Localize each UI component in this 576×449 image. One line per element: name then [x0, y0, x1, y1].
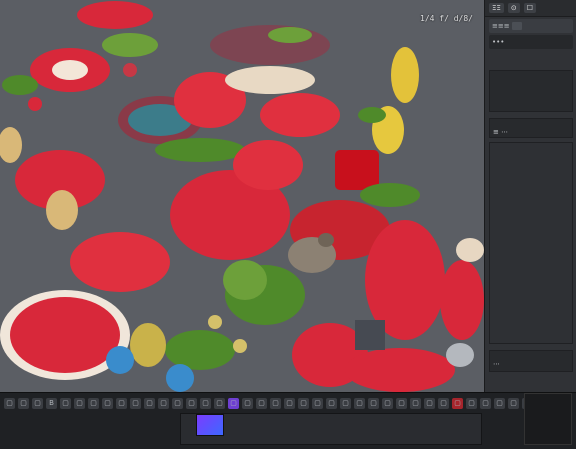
- panel-content[interactable]: [489, 142, 573, 344]
- toolbar-tool-icon[interactable]: ▢: [424, 397, 435, 409]
- right-panel: ΞΞ ⊙ ☐ ≡≡≡ ••• ≡ ⋯ ⋯: [484, 0, 576, 392]
- bead-blue: [166, 364, 194, 392]
- toolbar-tool-icon[interactable]: ▢: [228, 397, 239, 409]
- toolbar-tool-icon[interactable]: ▢: [200, 397, 211, 409]
- bird-head: [318, 233, 334, 247]
- toolbar-tool-icon[interactable]: ▢: [242, 397, 253, 409]
- bud: [391, 47, 419, 103]
- toolbar-tool-icon[interactable]: ▢: [74, 397, 85, 409]
- toolbar-tool-icon[interactable]: ▢: [18, 397, 29, 409]
- panel-row-label: ≡≡≡: [492, 22, 510, 30]
- toolbar-tool-icon[interactable]: ▢: [88, 397, 99, 409]
- toolbar-tool-icon[interactable]: ▢: [326, 397, 337, 409]
- toolbar-tool-icon[interactable]: ▢: [270, 397, 281, 409]
- flower: [70, 232, 170, 292]
- panel-row[interactable]: ≡≡≡: [489, 19, 573, 33]
- panel-section: ≡ ⋯: [489, 118, 573, 138]
- media-thumbnail[interactable]: [196, 414, 224, 436]
- beads-cluster: [210, 25, 330, 65]
- trim: [456, 238, 484, 262]
- toolbar-tool-icon[interactable]: ▢: [354, 397, 365, 409]
- toolbar-tool-icon[interactable]: ▢: [452, 397, 463, 409]
- image-canvas[interactable]: 1/4 f/ d/8/: [0, 0, 484, 392]
- leaf: [2, 75, 38, 95]
- toolbar-tool-icon[interactable]: ▢: [102, 397, 113, 409]
- scallop-trim: [225, 66, 315, 94]
- bead: [208, 315, 222, 329]
- toolbar-tool-icon[interactable]: ▢: [410, 397, 421, 409]
- toolbar-tool-icon[interactable]: ▢: [298, 397, 309, 409]
- preview-box[interactable]: [524, 393, 572, 445]
- panel-row-label: ⋯: [493, 360, 500, 368]
- toolbar-tool-icon[interactable]: ▢: [340, 397, 351, 409]
- toolbar-tool-icon[interactable]: ▢: [172, 397, 183, 409]
- bead: [446, 343, 474, 367]
- toolbar-tool-icon[interactable]: ▢: [116, 397, 127, 409]
- toolbar-tool-icon[interactable]: ▢: [480, 397, 491, 409]
- panel-section: [489, 70, 573, 112]
- bead-blue: [106, 346, 134, 374]
- leaf: [223, 260, 267, 300]
- leaf: [360, 183, 420, 207]
- flower: [345, 348, 455, 392]
- toolbar-tool-icon[interactable]: ▢: [256, 397, 267, 409]
- toolbar-tool-icon[interactable]: ▢: [144, 397, 155, 409]
- toolbar-tool-icon[interactable]: ▢: [508, 397, 519, 409]
- leaf: [165, 330, 235, 370]
- panel-chip[interactable]: ΞΞ: [489, 3, 504, 13]
- bud: [130, 323, 166, 367]
- toolbar-tool-icon[interactable]: ▢: [368, 397, 379, 409]
- panel-footer: ⋯: [489, 350, 573, 372]
- leaf: [268, 27, 312, 43]
- toolbar-tool-icon[interactable]: ▢: [214, 397, 225, 409]
- panel-chip[interactable]: ☐: [523, 3, 537, 13]
- toolbar-tool-icon[interactable]: ▢: [186, 397, 197, 409]
- timeline[interactable]: [180, 413, 482, 445]
- panel-button[interactable]: [511, 22, 522, 30]
- canvas-overlay-text: 1/4 f/ d/8/: [420, 14, 473, 23]
- bottom-toolbar: ▢▢▢B▢▢▢▢▢▢▢▢▢▢▢▢▢▢▢▢▢▢▢▢▢▢▢▢▢▢▢▢▢▢▢▢▢▢▢▢: [0, 392, 576, 449]
- bead: [28, 97, 42, 111]
- toolbar-tool-icon[interactable]: ▢: [494, 397, 505, 409]
- flower-center: [46, 190, 78, 230]
- toolbar-tool-icon[interactable]: ▢: [466, 397, 477, 409]
- toolbar-tool-icon[interactable]: ▢: [4, 397, 15, 409]
- panel-chip[interactable]: ⊙: [507, 3, 520, 13]
- panel-row-label: •••: [492, 38, 505, 46]
- flower: [260, 93, 340, 137]
- leaf: [155, 138, 245, 162]
- leaf: [102, 33, 158, 57]
- flower: [77, 1, 153, 29]
- leaf: [358, 107, 386, 123]
- red-block: [335, 150, 379, 190]
- toolbar-row: ▢▢▢B▢▢▢▢▢▢▢▢▢▢▢▢▢▢▢▢▢▢▢▢▢▢▢▢▢▢▢▢▢▢▢▢▢▢▢▢: [0, 395, 576, 411]
- toolbar-tool-icon[interactable]: ▢: [32, 397, 43, 409]
- toolbar-tool-icon[interactable]: ▢: [158, 397, 169, 409]
- toolbar-tool-icon[interactable]: ▢: [130, 397, 141, 409]
- toolbar-tool-icon[interactable]: ▢: [438, 397, 449, 409]
- bead: [233, 339, 247, 353]
- flower: [233, 140, 303, 190]
- embroidery-artwork: [0, 0, 484, 392]
- flower-center: [52, 60, 88, 80]
- toolbar-tool-icon[interactable]: ▢: [60, 397, 71, 409]
- flower: [10, 297, 120, 373]
- bead: [123, 63, 137, 77]
- toolbar-tool-icon[interactable]: B: [46, 397, 57, 409]
- toolbar-tool-icon[interactable]: ▢: [284, 397, 295, 409]
- toolbar-tool-icon[interactable]: ▢: [396, 397, 407, 409]
- flower: [440, 260, 484, 340]
- toolbar-tool-icon[interactable]: ▢: [312, 397, 323, 409]
- panel-header: ΞΞ ⊙ ☐: [485, 0, 576, 17]
- toolbar-tool-icon[interactable]: ▢: [382, 397, 393, 409]
- panel-row-label: ≡ ⋯: [493, 128, 509, 136]
- panel-row[interactable]: •••: [489, 35, 573, 49]
- metal-piece: [355, 320, 385, 350]
